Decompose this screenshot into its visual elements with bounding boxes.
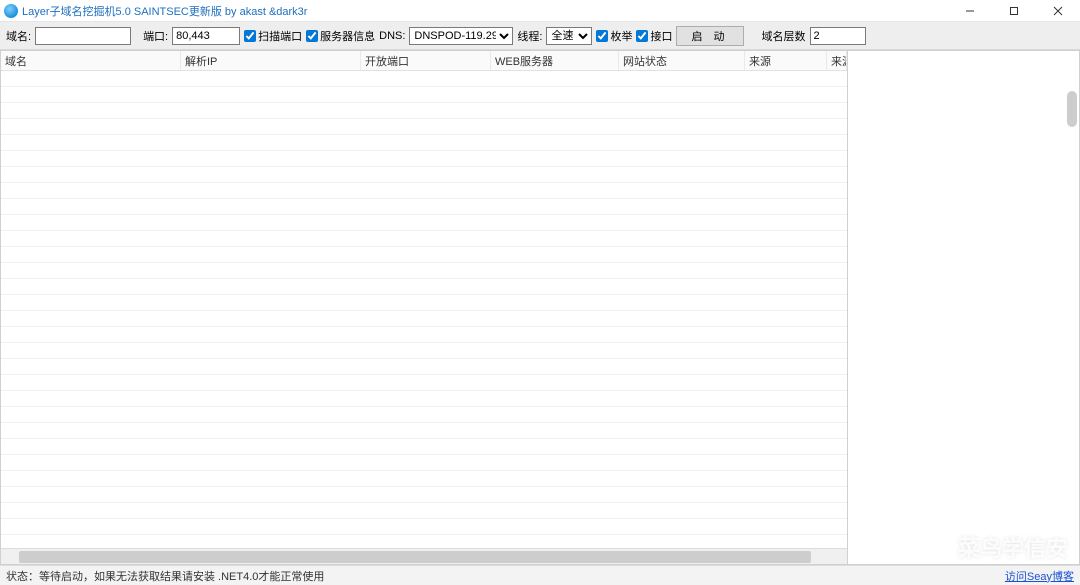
status-label: 状态：: [6, 568, 39, 584]
enum-checkbox[interactable]: 枚举: [596, 28, 632, 44]
status-text: 等待启动，如果无法获取结果请安装 .NET4.0才能正常使用: [39, 568, 324, 584]
dns-select[interactable]: DNSPOD-119.29.29.29: [409, 27, 513, 45]
column-header[interactable]: 解析IP: [181, 51, 361, 70]
table-row: [1, 359, 847, 375]
domain-label: 域名:: [6, 28, 31, 44]
interface-label: 接口: [650, 28, 672, 44]
column-header[interactable]: 域名: [1, 51, 181, 70]
table-row: [1, 135, 847, 151]
interface-checkbox[interactable]: 接口: [636, 28, 672, 44]
thread-select[interactable]: 全速: [546, 27, 592, 45]
table-row: [1, 311, 847, 327]
thread-label: 线程:: [517, 28, 542, 44]
table-row: [1, 503, 847, 519]
server-info-check[interactable]: [306, 30, 318, 42]
table-row: [1, 167, 847, 183]
table-row: [1, 215, 847, 231]
scroll-thumb[interactable]: [19, 551, 811, 563]
table-row: [1, 407, 847, 423]
table-row: [1, 263, 847, 279]
table-row: [1, 119, 847, 135]
horizontal-scrollbar[interactable]: [1, 548, 847, 564]
server-info-label: 服务器信息: [320, 28, 375, 44]
table-row: [1, 247, 847, 263]
scan-port-checkbox[interactable]: 扫描端口: [244, 28, 302, 44]
table-row: [1, 327, 847, 343]
scan-port-check[interactable]: [244, 30, 256, 42]
blog-link[interactable]: 访问Seay博客: [1005, 568, 1074, 584]
table-row: [1, 487, 847, 503]
domain-input[interactable]: [35, 27, 131, 45]
maximize-button[interactable]: [992, 0, 1036, 22]
table-row: [1, 391, 847, 407]
layer-input[interactable]: [810, 27, 866, 45]
column-header[interactable]: WEB服务器: [491, 51, 619, 70]
window-title: Layer子域名挖掘机5.0 SAINTSEC更新版 by akast &dar…: [22, 3, 307, 19]
table-row: [1, 183, 847, 199]
body: 域名解析IP开放端口WEB服务器网站状态来源来源: [0, 50, 1080, 565]
server-info-checkbox[interactable]: 服务器信息: [306, 28, 375, 44]
vertical-scroll-thumb[interactable]: [1067, 91, 1077, 127]
table-row: [1, 375, 847, 391]
table-row: [1, 519, 847, 535]
dns-label: DNS:: [379, 30, 405, 42]
port-label: 端口:: [143, 28, 168, 44]
layer-label: 域名层数: [762, 28, 806, 44]
column-header[interactable]: 来源: [745, 51, 827, 70]
column-header[interactable]: 网站状态: [619, 51, 745, 70]
close-button[interactable]: [1036, 0, 1080, 22]
table-row: [1, 103, 847, 119]
enum-label: 枚举: [610, 28, 632, 44]
table-row: [1, 535, 847, 548]
table-row: [1, 343, 847, 359]
table-row: [1, 295, 847, 311]
table-row: [1, 439, 847, 455]
start-button[interactable]: 启 动: [676, 26, 743, 46]
table-row: [1, 231, 847, 247]
enum-check[interactable]: [596, 30, 608, 42]
table-row: [1, 471, 847, 487]
minimize-button[interactable]: [948, 0, 992, 22]
table-row: [1, 71, 847, 87]
column-header[interactable]: 开放端口: [361, 51, 491, 70]
table-row: [1, 455, 847, 471]
titlebar: Layer子域名挖掘机5.0 SAINTSEC更新版 by akast &dar…: [0, 0, 1080, 22]
table-row: [1, 87, 847, 103]
results-grid: 域名解析IP开放端口WEB服务器网站状态来源来源: [0, 50, 848, 565]
scan-port-label: 扫描端口: [258, 28, 302, 44]
app-icon: [4, 4, 18, 18]
table-row: [1, 151, 847, 167]
interface-check[interactable]: [636, 30, 648, 42]
table-row: [1, 423, 847, 439]
statusbar: 状态： 等待启动，如果无法获取结果请安装 .NET4.0才能正常使用 访问Sea…: [0, 565, 1080, 585]
column-header[interactable]: 来源: [827, 51, 847, 70]
side-panel: [848, 50, 1080, 565]
table-row: [1, 199, 847, 215]
grid-rows: [1, 71, 847, 548]
grid-header: 域名解析IP开放端口WEB服务器网站状态来源来源: [1, 51, 847, 71]
toolbar: 域名: 端口: 扫描端口 服务器信息 DNS: DNSPOD-119.29.29…: [0, 22, 1080, 50]
table-row: [1, 279, 847, 295]
port-input[interactable]: [172, 27, 240, 45]
